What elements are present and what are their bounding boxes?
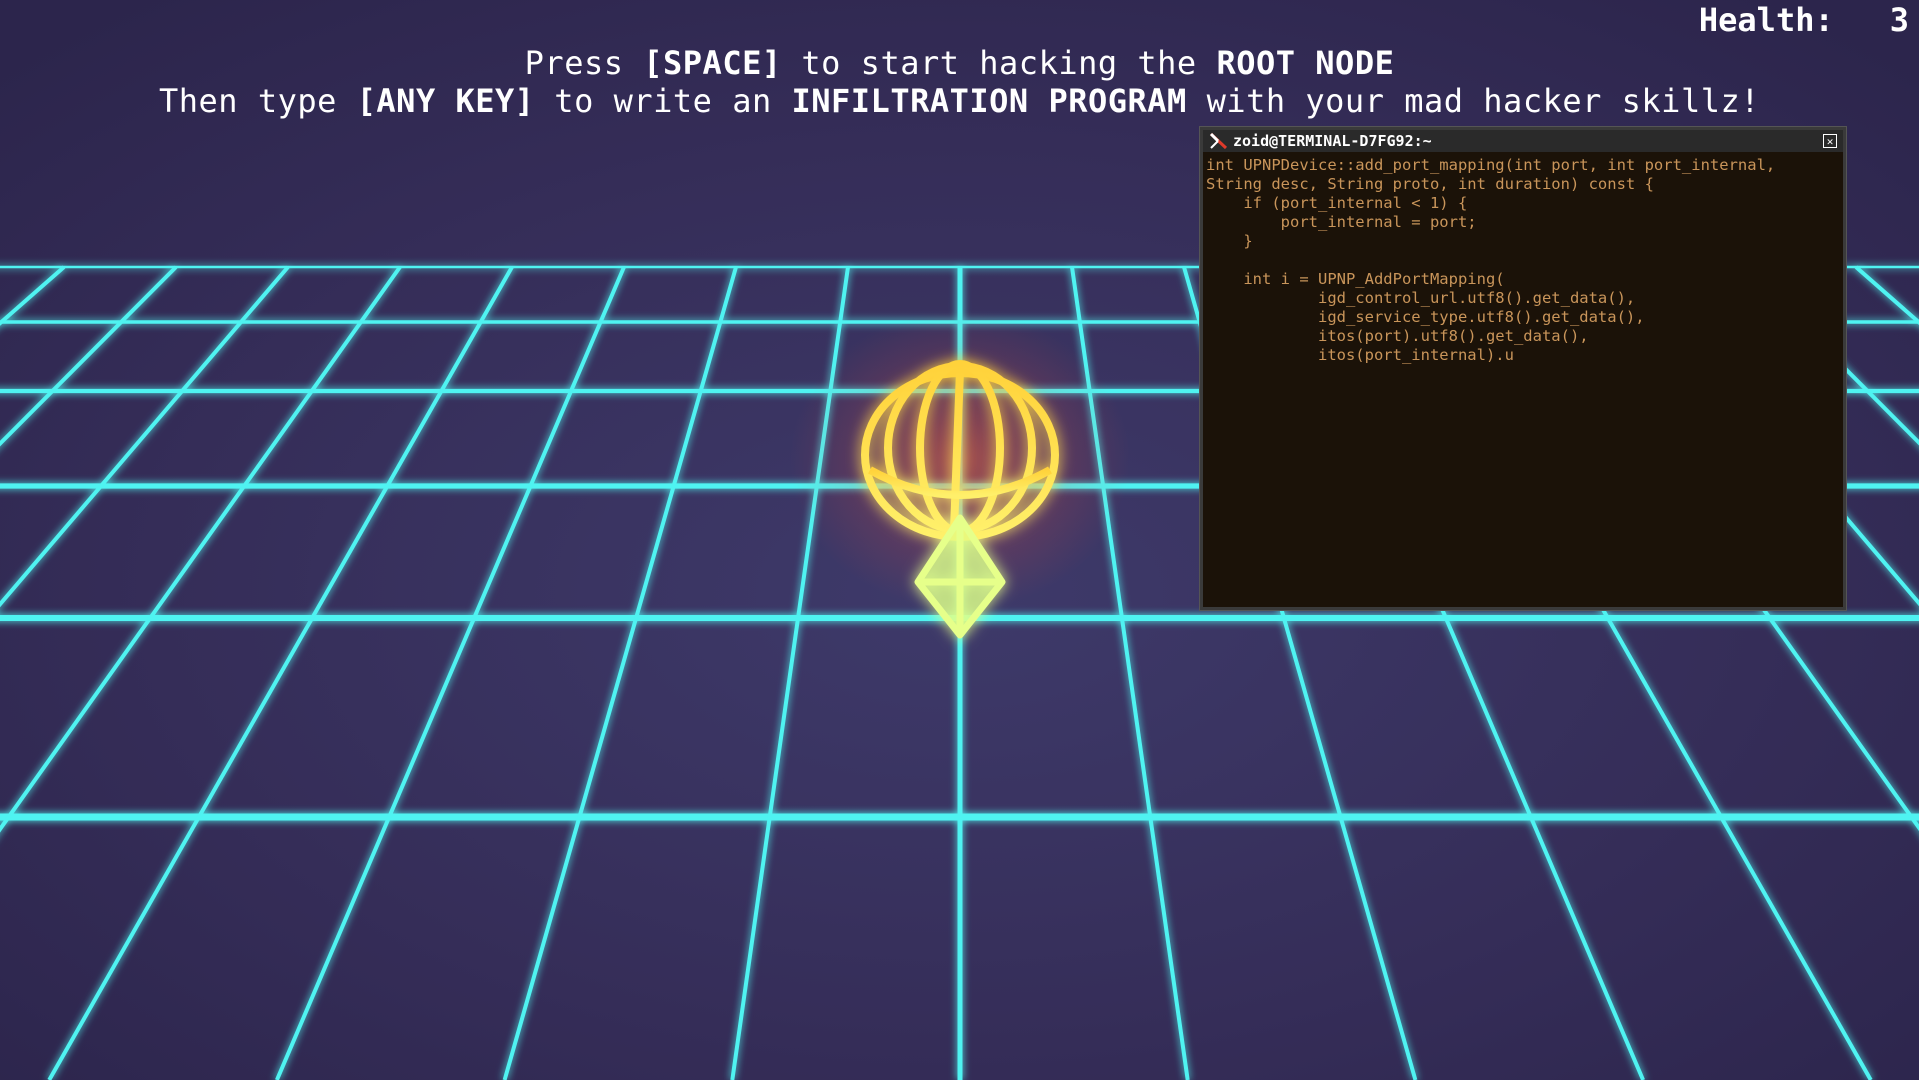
close-icon[interactable]: ✕	[1823, 134, 1837, 148]
code-line: int UPNPDevice::add_port_mapping(int por…	[1206, 156, 1776, 174]
code-line: port_internal = port;	[1206, 213, 1477, 231]
instruction-line-1-segment: [SPACE]	[643, 44, 782, 82]
instruction-line-1: Press [SPACE] to start hacking the ROOT …	[0, 44, 1919, 82]
health-value: 3	[1889, 1, 1909, 39]
health-label: Health:	[1698, 1, 1834, 39]
terminal-window[interactable]: zoid@TERMINAL-D7FG92:~ ✕ int UPNPDevice:…	[1200, 127, 1846, 610]
terminal-titlebar[interactable]: zoid@TERMINAL-D7FG92:~ ✕	[1203, 130, 1843, 152]
health-display: Health: 3	[1699, 0, 1909, 40]
code-line: itos(port).utf8().get_data(),	[1206, 327, 1589, 345]
instruction-line-2: Then type [ANY KEY] to write an INFILTRA…	[0, 82, 1919, 120]
code-line: int i = UPNP_AddPortMapping(	[1206, 270, 1505, 288]
code-line: String desc, String proto, int duration)…	[1206, 175, 1654, 193]
code-line: }	[1206, 232, 1253, 250]
instructions: Press [SPACE] to start hacking the ROOT …	[0, 44, 1919, 120]
instruction-line-1-segment: to start hacking the	[781, 44, 1217, 82]
terminal-title: zoid@TERMINAL-D7FG92:~	[1233, 132, 1432, 150]
code-line: itos(port_internal).u	[1206, 346, 1514, 364]
game-viewport[interactable]: Health: 3 Press [SPACE] to start hacking …	[0, 0, 1919, 1080]
instruction-line-2-segment: to write an	[534, 82, 792, 120]
instruction-line-2-segment: [ANY KEY]	[356, 82, 535, 120]
terminal-output[interactable]: int UPNPDevice::add_port_mapping(int por…	[1203, 152, 1843, 369]
terminal-icon	[1209, 132, 1228, 150]
instruction-line-1-segment: Press	[524, 44, 644, 82]
code-line: if (port_internal < 1) {	[1206, 194, 1468, 212]
instruction-line-2-segment: Then type	[158, 82, 357, 120]
instruction-line-2-segment: with your mad hacker skillz!	[1186, 82, 1760, 120]
instruction-line-2-segment: INFILTRATION PROGRAM	[791, 82, 1187, 120]
instruction-line-1-segment: ROOT NODE	[1216, 44, 1395, 82]
code-line: igd_service_type.utf8().get_data(),	[1206, 308, 1645, 326]
code-line: igd_control_url.utf8().get_data(),	[1206, 289, 1636, 307]
